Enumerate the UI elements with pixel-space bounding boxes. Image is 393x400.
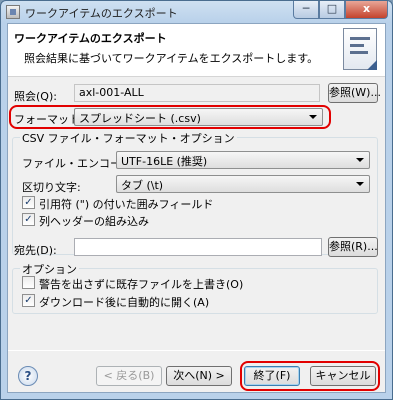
query-field: axl-001-ALL: [74, 84, 320, 102]
query-browse-button[interactable]: 参照(W)...: [328, 83, 381, 103]
quoted-fields-label[interactable]: 引用符 (") の付いた囲みフィールド: [39, 196, 213, 212]
destination-input[interactable]: [74, 238, 322, 256]
column-header-checkbox[interactable]: ✓: [22, 213, 35, 226]
page-description: 照会結果に基づいてワークアイテムをエクスポートします。: [24, 52, 319, 65]
quoted-fields-checkbox[interactable]: ✓: [22, 196, 35, 209]
chevron-down-icon: [356, 182, 364, 186]
minimize-button[interactable]: ─: [293, 1, 319, 19]
destination-browse-button[interactable]: 参照(R)...: [328, 237, 378, 257]
close-button[interactable]: x: [345, 1, 388, 19]
column-header-label[interactable]: 列ヘッダーの組み込み: [39, 213, 149, 229]
back-button[interactable]: < 戻る(B): [96, 366, 162, 386]
format-select-value: スプレッドシート (.csv): [79, 112, 201, 125]
app-icon: [6, 5, 20, 19]
overwrite-label[interactable]: 警告を出さずに既存ファイルを上書き(O): [39, 276, 243, 292]
next-button[interactable]: 次へ(N) >: [166, 366, 232, 386]
delimiter-select[interactable]: タブ (\t): [116, 175, 370, 193]
csv-options-title: CSV ファイル・フォーマット・オプション: [20, 130, 237, 146]
export-wizard-icon: [343, 28, 377, 70]
maximize-button[interactable]: □: [319, 1, 345, 19]
wizard-header: ワークアイテムのエクスポート 照会結果に基づいてワークアイテムをエクスポートしま…: [8, 24, 385, 77]
dialog-content: ワークアイテムのエクスポート 照会結果に基づいてワークアイテムをエクスポートしま…: [7, 23, 386, 393]
delimiter-select-value: タブ (\t): [121, 179, 164, 192]
window-title: ワークアイテムのエクスポート: [25, 7, 178, 20]
options-title: オプション: [20, 261, 79, 277]
footer-highlight-box: [240, 361, 380, 391]
encoding-select-value: UTF-16LE (推奨): [121, 155, 208, 168]
encoding-select[interactable]: UTF-16LE (推奨): [116, 151, 370, 169]
open-after-download-label[interactable]: ダウンロード後に自動的に開く(A): [39, 294, 209, 310]
footer-separator: [8, 350, 385, 351]
title-bar: ワークアイテムのエクスポート ─ □ x: [1, 1, 392, 23]
page-title: ワークアイテムのエクスポート: [14, 32, 167, 45]
overwrite-checkbox[interactable]: [22, 276, 35, 289]
dialog-window: ワークアイテムのエクスポート ─ □ x ワークアイテムのエクスポート 照会結果…: [0, 0, 393, 400]
query-label: 照会(Q):: [14, 90, 57, 103]
delimiter-label: 区切り文字:: [22, 181, 81, 194]
destination-label: 宛先(D):: [14, 244, 57, 257]
chevron-down-icon: [356, 158, 364, 162]
caption-buttons: ─ □ x: [293, 1, 388, 19]
open-after-download-checkbox[interactable]: ✓: [22, 294, 35, 307]
chevron-down-icon: [309, 115, 317, 119]
format-select[interactable]: スプレッドシート (.csv): [74, 108, 323, 126]
help-icon[interactable]: ?: [18, 366, 38, 386]
